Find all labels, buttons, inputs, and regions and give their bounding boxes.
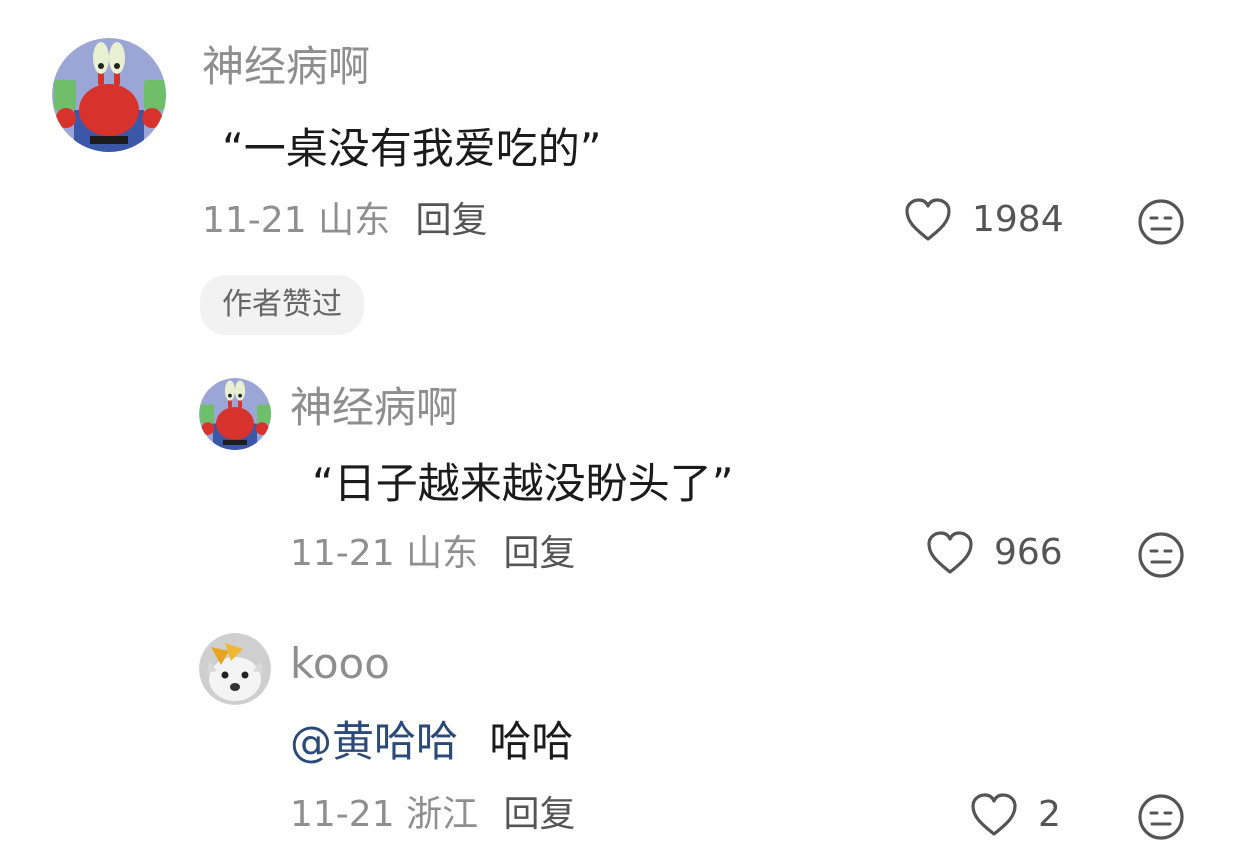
heart-icon[interactable]	[970, 792, 1018, 838]
user-avatar[interactable]	[199, 378, 271, 450]
user-avatar[interactable]	[52, 38, 166, 152]
like-group[interactable]: 1984	[904, 197, 1064, 243]
comment-location: 山东	[406, 533, 479, 574]
comment-meta: 11-21 山东 回复	[290, 532, 576, 576]
comment-username[interactable]: kooo	[290, 639, 390, 689]
comment-text: “一桌没有我爱吃的”	[222, 124, 602, 173]
comment-text: 哈哈	[489, 717, 574, 766]
heart-icon[interactable]	[926, 530, 974, 576]
like-group[interactable]: 966	[926, 530, 1063, 576]
crab-avatar-icon	[199, 378, 271, 450]
comment-location: 浙江	[406, 794, 479, 835]
dislike-icon[interactable]	[1137, 531, 1185, 579]
comment-meta: 11-21 浙江 回复	[290, 793, 576, 837]
crab-avatar-icon	[52, 38, 166, 152]
reply-button[interactable]: 回复	[416, 200, 488, 241]
comment-date: 11-21	[290, 533, 395, 574]
comment-username[interactable]: 神经病啊	[290, 383, 458, 433]
heart-icon[interactable]	[904, 197, 952, 243]
reply-button[interactable]: 回复	[504, 533, 576, 574]
like-group[interactable]: 2	[970, 792, 1061, 838]
like-count: 2	[1038, 794, 1061, 835]
like-count: 966	[994, 532, 1063, 573]
user-avatar[interactable]	[199, 633, 271, 705]
dislike-icon[interactable]	[1137, 793, 1185, 841]
comment-text-line: @黄哈哈 哈哈	[290, 716, 573, 768]
reply-button[interactable]: 回复	[504, 794, 576, 835]
comment-date: 11-21	[290, 794, 395, 835]
author-liked-badge: 作者赞过	[200, 275, 364, 335]
comment-meta: 11-21 山东 回复	[202, 199, 488, 243]
dislike-icon[interactable]	[1137, 198, 1185, 246]
comment-date: 11-21	[202, 200, 307, 241]
comment-text: “日子越来越没盼头了”	[312, 459, 734, 508]
like-count: 1984	[972, 199, 1064, 240]
mention-link[interactable]: @黄哈哈	[290, 717, 458, 766]
comment-location: 山东	[318, 200, 391, 241]
comment-username[interactable]: 神经病啊	[202, 42, 370, 92]
cat-avatar-icon	[199, 633, 271, 705]
